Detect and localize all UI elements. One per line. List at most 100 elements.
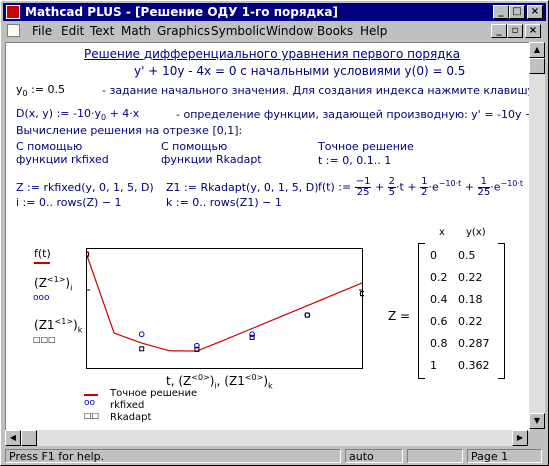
plot-ylabel-z: (Z<1>)i: [34, 275, 73, 293]
ylabel-circle-markers: ooo: [33, 293, 50, 303]
menu-symbolic[interactable]: Symbolic: [211, 22, 266, 40]
status-help: Press F1 for help.: [5, 449, 341, 463]
col2-heading-line1: С помощью: [161, 140, 228, 153]
matrix-cell: 0.8: [430, 337, 448, 350]
exact-solution-formula[interactable]: f(t) := −1 25 + 2 5 ·t + 1 2 ·e−10·t + 1 25 ·e−…: [318, 169, 523, 199]
matrix-cell: 0.4: [430, 293, 448, 306]
col1-heading-line2: функции rkfixed: [16, 153, 109, 166]
legend-exact: Точное решение: [110, 388, 198, 399]
vertical-scrollbar[interactable]: ▲ ▼: [529, 42, 545, 429]
vertical-scroll-thumb[interactable]: [529, 58, 545, 74]
col2-heading-line2: функции Rkadapt: [161, 153, 262, 166]
title-bar: Mathcad PLUS - [Решение ОДУ 1-го порядка…: [3, 3, 546, 21]
menu-graphics[interactable]: Graphics: [157, 22, 210, 40]
term-c-exponent: −10·t: [438, 179, 462, 188]
d-function-expr: D(x, y) := -10·y: [16, 107, 101, 120]
menu-help[interactable]: Help: [360, 22, 387, 40]
matrix-header-y: y(x): [466, 227, 486, 238]
horizontal-scroll-thumb[interactable]: [21, 430, 37, 446]
matrix-cell: 0.287: [458, 337, 490, 350]
doc-title: Решение дифференциального уравнения перв…: [84, 47, 461, 61]
scroll-left-button[interactable]: ◀: [5, 430, 21, 446]
status-empty: [407, 449, 463, 463]
matrix-right-bracket: [498, 243, 505, 379]
close-button[interactable]: ×: [527, 5, 543, 19]
solution-plot[interactable]: [86, 248, 364, 370]
matrix-cell: 0.22: [458, 271, 483, 284]
matrix-cell: 0.2: [430, 271, 448, 284]
menu-books[interactable]: Books: [317, 22, 353, 40]
legend-square-icon: □□: [84, 411, 100, 420]
y0-value: := 0.5: [31, 83, 66, 96]
window-title: Mathcad PLUS - [Решение ОДУ 1-го порядка…: [25, 5, 338, 19]
term-c-tail: ·e: [428, 180, 439, 194]
doc-close-button[interactable]: ×: [525, 24, 541, 38]
matrix-label: Z =: [388, 309, 411, 323]
scroll-down-button[interactable]: ▼: [529, 413, 545, 429]
interval-heading: Вычисление решения на отрезке [0,1]:: [16, 124, 243, 137]
menu-window[interactable]: Window: [266, 22, 313, 40]
matrix-header-x: x: [439, 227, 445, 238]
worksheet[interactable]: Решение дифференциального уравнения перв…: [5, 42, 530, 431]
matrix-left-bracket: [418, 243, 425, 379]
frac-a: −1 25: [354, 176, 372, 199]
app-window: Mathcad PLUS - [Решение ОДУ 1-го порядка…: [0, 0, 549, 466]
d-function-definition[interactable]: D(x, y) := -10·y0 + 4·x: [16, 107, 139, 122]
frac-d: 1 25: [477, 176, 491, 199]
matrix-cell: 0: [430, 249, 437, 262]
matrix-cell: 0.6: [430, 315, 448, 328]
term-b-tail: ·t +: [396, 180, 417, 194]
d-function-subscript: 0: [100, 113, 107, 123]
plot-ylabel-z1: (Z1<1>)k: [34, 317, 83, 335]
menu-edit[interactable]: Edit: [61, 22, 84, 40]
f-lhs: f(t) :=: [318, 180, 352, 194]
matrix-cell: 1: [430, 359, 437, 372]
menu-math[interactable]: Math: [121, 22, 151, 40]
status-page: Page 1: [467, 449, 542, 463]
z-rkfixed-definition[interactable]: Z := rkfixed(y, 0, 1, 5, D): [16, 181, 154, 194]
t-range-definition[interactable]: t := 0, 0.1.. 1: [318, 154, 391, 167]
plot-frame: [86, 248, 363, 369]
plus-sign-2: +: [464, 180, 474, 194]
i-range-definition[interactable]: i := 0.. rows(Z) − 1: [16, 196, 122, 209]
frac-b: 25: [387, 176, 397, 199]
equation-title: y' + 10y - 4x = 0 с начальными условиями…: [134, 64, 466, 78]
matrix-cell: 0.362: [458, 359, 490, 372]
matrix-cell: 0.5: [458, 249, 476, 262]
d-function-tail: + 4·x: [109, 107, 140, 120]
legend-circle-icon: oo: [84, 398, 96, 408]
legend-line-icon: [84, 394, 98, 396]
mathcad-app-icon[interactable]: [6, 5, 20, 19]
legend-rkadapt: Rkadapt: [110, 412, 152, 423]
horizontal-scrollbar[interactable]: ◀ ▶: [5, 430, 528, 446]
legend-rkfixed: rkfixed: [110, 400, 145, 411]
minimize-button[interactable]: _: [493, 5, 509, 19]
document-icon[interactable]: [7, 24, 20, 37]
ylabel-square-markers: □□□: [33, 335, 56, 344]
k-range-definition[interactable]: k := 0.. rows(Z1) − 1: [166, 196, 282, 209]
y0-definition[interactable]: y0 := 0.5: [16, 83, 65, 98]
d-function-comment: - определение функции, задающей производ…: [176, 108, 530, 121]
status-bar: Press F1 for help. auto Page 1: [3, 448, 546, 464]
legend-swatch-line-ylabel: [34, 262, 50, 264]
doc-restore-button[interactable]: ▫: [507, 24, 523, 38]
maximize-button[interactable]: □: [509, 5, 525, 19]
matrix-cell: 0.22: [458, 315, 483, 328]
y0-comment: - задание начального значения. Для созда…: [102, 84, 530, 97]
menu-text[interactable]: Text: [90, 22, 114, 40]
doc-minimize-button[interactable]: _: [491, 24, 507, 38]
matrix-cell: 0.18: [458, 293, 483, 306]
scroll-right-button[interactable]: ▶: [512, 430, 528, 446]
term-d-tail: ·e: [490, 180, 501, 194]
scroll-up-button[interactable]: ▲: [529, 42, 545, 58]
col3-heading: Точное решение: [318, 140, 414, 153]
plot-ylabel-f: f(t): [34, 247, 51, 260]
col1-heading-line1: С помощью: [16, 140, 83, 153]
plus-sign-1: +: [374, 180, 385, 194]
menu-file[interactable]: File: [32, 22, 52, 40]
menu-bar: File Edit Text Math Graphics Symbolic Wi…: [3, 22, 546, 40]
term-d-exponent: −10·t: [500, 179, 524, 188]
z1-rkadapt-definition[interactable]: Z1 := Rkadapt(y, 0, 1, 5, D): [166, 181, 319, 194]
status-mode: auto: [345, 449, 403, 463]
y0-subscript: 0: [22, 89, 28, 99]
